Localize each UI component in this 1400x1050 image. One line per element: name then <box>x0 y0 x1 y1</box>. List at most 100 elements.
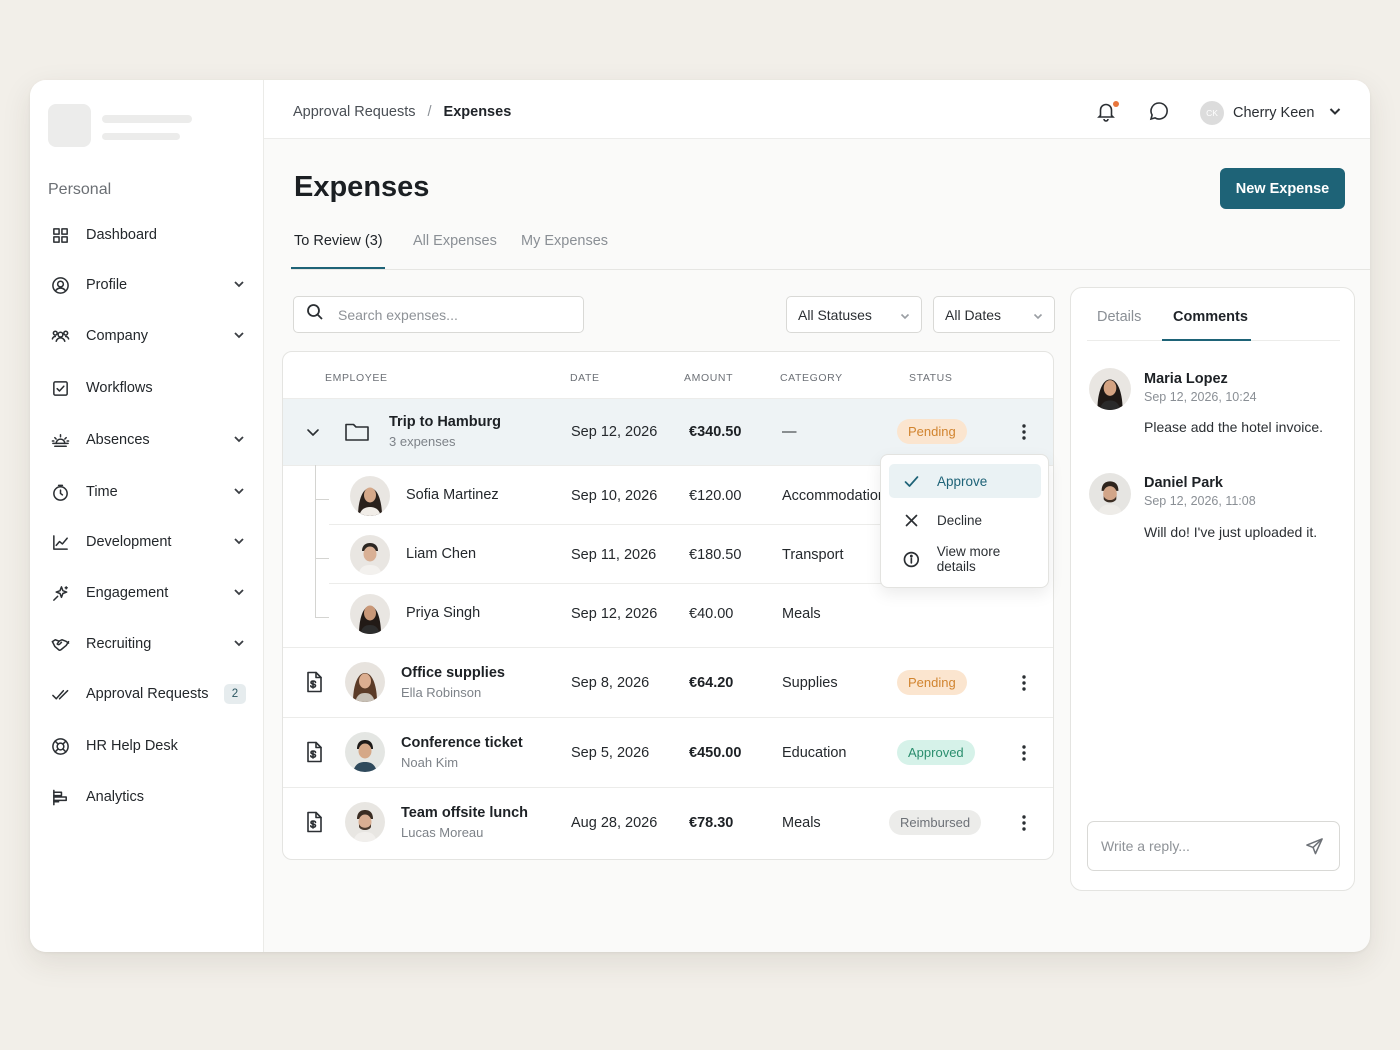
chat-bubble-icon[interactable] <box>1148 100 1172 124</box>
sidebar-item-label: Development <box>86 534 172 550</box>
chevron-down-icon[interactable] <box>304 423 322 446</box>
avatar <box>350 535 390 575</box>
sidebar-item-approval-requests[interactable]: Approval Requests 2 <box>48 676 248 712</box>
decline-menu-item[interactable]: Decline <box>889 503 1041 537</box>
logo-placeholder-line <box>102 115 192 123</box>
category-cell: Accommodation <box>782 488 886 504</box>
column-header-date: DATE <box>570 372 600 384</box>
chart-line-icon <box>48 530 72 554</box>
sidebar-item-time[interactable]: Time <box>48 474 248 510</box>
checkbox-icon <box>48 376 72 400</box>
column-header-category: CATEGORY <box>780 372 843 384</box>
tab-to-review[interactable]: To Review (3) <box>294 233 383 249</box>
user-menu[interactable]: CK Cherry Keen <box>1200 101 1342 125</box>
comments-panel: Details Comments Maria Lopez Sep 12, 202… <box>1070 287 1355 891</box>
avatar: CK <box>1200 101 1224 125</box>
more-options-icon[interactable] <box>1014 811 1034 835</box>
sidebar-item-recruiting[interactable]: Recruiting <box>48 626 248 662</box>
status-badge: Pending <box>897 670 967 695</box>
sidebar-item-analytics[interactable]: Analytics <box>48 779 248 815</box>
status-badge: Reimbursed <box>889 810 982 835</box>
table-row[interactable]: Conference ticket Noah Kim Sep 5, 2026 €… <box>283 718 1053 787</box>
topbar: Approval Requests / Expenses CK Cherry K… <box>264 80 1370 139</box>
chevron-down-icon[interactable] <box>232 484 248 500</box>
avatar <box>1089 473 1131 515</box>
amount-cell: €450.00 <box>689 745 742 761</box>
chevron-down-icon[interactable] <box>232 636 248 652</box>
reply-input[interactable] <box>1101 838 1291 854</box>
menu-item-label: Approve <box>937 473 988 489</box>
tab-details[interactable]: Details <box>1097 309 1141 325</box>
category-cell: Supplies <box>782 675 838 691</box>
breadcrumb-current: Expenses <box>443 104 512 120</box>
tab-all-expenses[interactable]: All Expenses <box>413 233 497 249</box>
handshake-icon <box>48 632 72 656</box>
close-icon <box>905 514 918 526</box>
chevron-down-icon[interactable] <box>232 585 248 601</box>
table-row[interactable]: Office supplies Ella Robinson Sep 8, 202… <box>283 648 1053 717</box>
sidebar-item-label: Engagement <box>86 585 169 601</box>
sidebar-item-profile[interactable]: Profile <box>48 267 248 303</box>
chevron-down-icon <box>1328 104 1342 123</box>
file-receipt-icon <box>304 811 324 838</box>
sidebar-item-workflows[interactable]: Workflows <box>48 370 248 406</box>
stopwatch-icon <box>48 480 72 504</box>
chevron-down-icon[interactable] <box>232 277 248 293</box>
logo-placeholder-line <box>102 133 180 140</box>
more-options-icon[interactable] <box>1014 741 1034 765</box>
table-row[interactable]: Team offsite lunch Lucas Moreau Aug 28, … <box>283 788 1053 859</box>
notification-dot <box>1113 101 1119 107</box>
status-filter-value: All Statuses <box>798 306 872 323</box>
column-header-amount: AMOUNT <box>684 372 734 384</box>
chevron-down-icon <box>900 313 910 320</box>
bell-icon[interactable] <box>1095 100 1119 124</box>
new-expense-button[interactable]: New Expense <box>1220 168 1345 209</box>
sidebar-item-dashboard[interactable]: Dashboard <box>48 217 248 253</box>
column-header-employee: EMPLOYEE <box>325 372 388 384</box>
avatar <box>345 662 385 702</box>
search-icon <box>306 303 338 326</box>
active-tab-indicator <box>1162 339 1251 341</box>
sidebar-item-company[interactable]: Company <box>48 318 248 354</box>
comment-text: Please add the hotel invoice. <box>1144 419 1324 435</box>
user-circle-icon <box>48 273 72 297</box>
sidebar-item-development[interactable]: Development <box>48 524 248 560</box>
comment-timestamp: Sep 12, 2026, 10:24 <box>1144 390 1257 404</box>
view-details-menu-item[interactable]: View more details <box>889 542 1041 576</box>
sidebar-item-hr-help-desk[interactable]: HR Help Desk <box>48 728 248 764</box>
table-row-child[interactable]: Priya Singh Sep 12, 2026 €40.00 Meals <box>283 583 1053 647</box>
expense-title: Conference ticket <box>401 735 523 751</box>
tab-my-expenses[interactable]: My Expenses <box>521 233 608 249</box>
date-cell: Sep 11, 2026 <box>571 547 657 563</box>
breadcrumb-parent[interactable]: Approval Requests <box>293 104 416 120</box>
chevron-down-icon[interactable] <box>232 432 248 448</box>
chevron-down-icon[interactable] <box>232 534 248 550</box>
sidebar-item-label: HR Help Desk <box>86 738 178 754</box>
sidebar-item-absences[interactable]: Absences <box>48 422 248 458</box>
avatar <box>350 476 390 516</box>
lifebuoy-icon <box>48 734 72 758</box>
tab-comments[interactable]: Comments <box>1173 309 1248 325</box>
app-window: Personal Dashboard Profile Company Workf… <box>30 80 1370 952</box>
users-icon <box>48 324 72 348</box>
send-icon[interactable] <box>1305 837 1325 857</box>
more-options-icon[interactable] <box>1014 420 1034 444</box>
avatar <box>345 732 385 772</box>
sidebar-item-label: Workflows <box>86 380 153 396</box>
logo-placeholder <box>48 104 91 147</box>
more-options-icon[interactable] <box>1014 671 1034 695</box>
count-badge: 2 <box>224 684 246 704</box>
approve-menu-item[interactable]: Approve <box>889 464 1041 498</box>
breadcrumb-separator: / <box>427 104 432 120</box>
status-filter-select[interactable]: All Statuses <box>786 296 922 333</box>
bar-chart-icon <box>48 785 72 809</box>
amount-cell: €340.50 <box>689 424 742 440</box>
employee-name: Ella Robinson <box>401 685 482 700</box>
date-cell: Sep 5, 2026 <box>571 745 650 761</box>
date-filter-select[interactable]: All Dates <box>933 296 1055 333</box>
sidebar-item-engagement[interactable]: Engagement <box>48 575 248 611</box>
info-icon <box>903 551 920 567</box>
chevron-down-icon[interactable] <box>232 328 248 344</box>
search-input[interactable] <box>338 306 558 323</box>
sidebar-item-label: Company <box>86 328 149 344</box>
